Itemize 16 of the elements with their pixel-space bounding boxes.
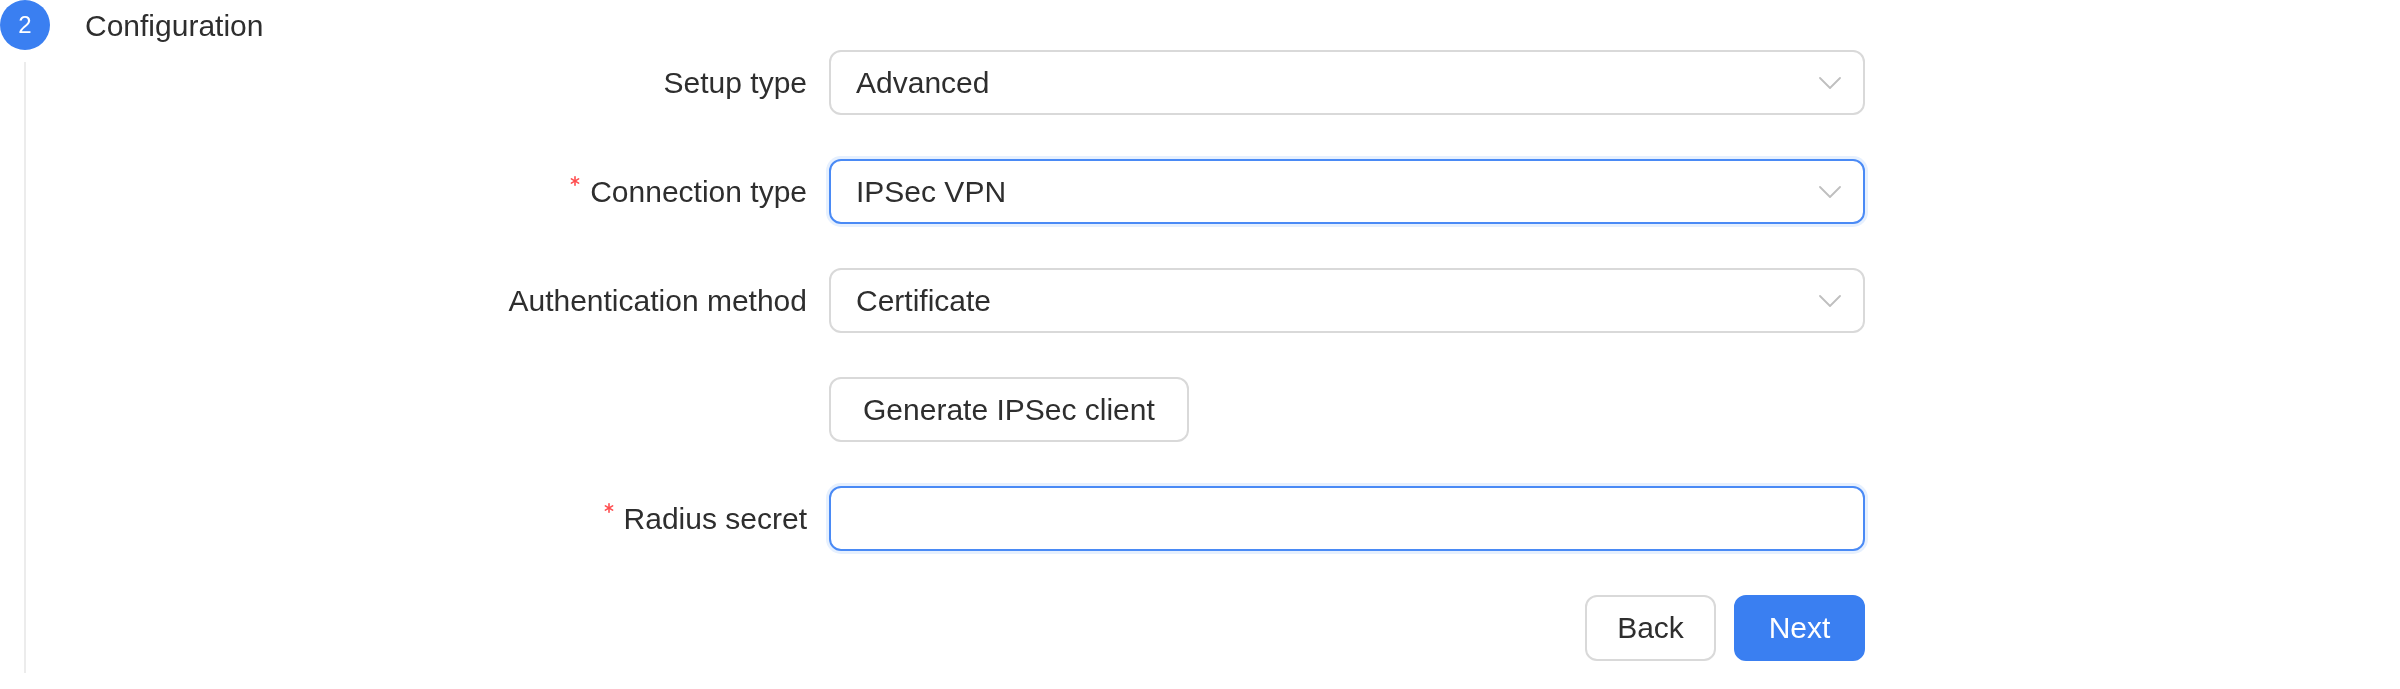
- text-input-field[interactable]: [829, 486, 1865, 551]
- step-number: 2: [0, 0, 50, 50]
- chevron-down-icon: [1819, 294, 1841, 307]
- next-button[interactable]: Next: [1734, 594, 1865, 661]
- field-label: Authentication method: [508, 282, 807, 319]
- field-label: Connection type: [590, 173, 807, 210]
- field-label: Setup type: [663, 64, 807, 101]
- chevron-down-icon: [1819, 185, 1841, 198]
- generate-client-button[interactable]: Generate IPSec client: [829, 377, 1189, 442]
- back-button[interactable]: Back: [1585, 594, 1716, 661]
- field-label: Radius secret: [623, 500, 807, 537]
- chevron-down-icon: [1819, 76, 1841, 89]
- step-title: Configuration: [85, 7, 264, 44]
- select-field[interactable]: IPSec VPN: [829, 159, 1865, 224]
- select-field[interactable]: Certificate: [829, 268, 1865, 333]
- select-field[interactable]: Advanced: [829, 50, 1865, 115]
